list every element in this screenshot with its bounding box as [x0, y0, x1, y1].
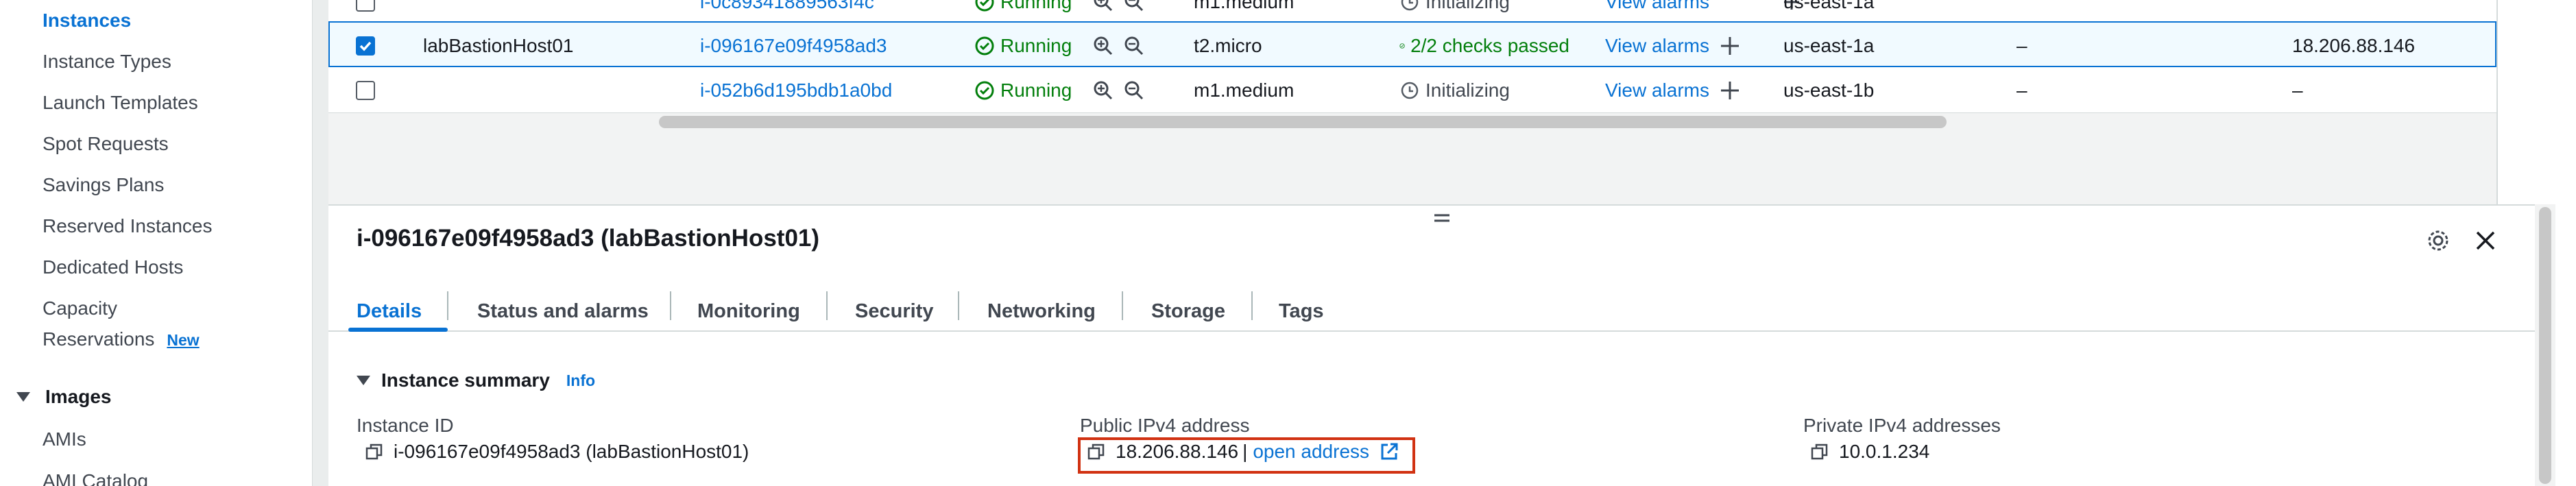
tab-divider — [670, 291, 671, 320]
sidebar-nav: Instances Instance Types Launch Template… — [0, 0, 312, 486]
sidebar-section-images[interactable]: Images — [16, 386, 112, 408]
clock-icon — [1401, 0, 1419, 10]
instance-summary-toggle[interactable]: Instance summary Info — [357, 369, 595, 391]
public-ipv4-label: Public IPv4 address — [1080, 415, 1250, 436]
state-label: Running — [1000, 0, 1072, 12]
details-title: i-096167e09f4958ad3 (labBastionHost01) — [357, 225, 820, 252]
table-row[interactable]: i-052b6d195bdb1a0bd Running m1.medium In… — [328, 67, 2496, 113]
instance-name: labBastionHost01 — [423, 34, 574, 56]
tab-security[interactable]: Security — [855, 291, 933, 331]
check-circle-icon — [975, 36, 994, 55]
zoom-in-icon[interactable] — [1093, 23, 1114, 69]
public-ipv4: – — [2292, 79, 2303, 101]
check-circle-icon — [1399, 42, 1405, 49]
tab-divider — [826, 291, 828, 320]
table-right-edge — [2496, 0, 2576, 204]
public-ipv4-value: 18.206.88.146 | open address — [1087, 441, 1399, 463]
view-alarms-link[interactable]: View alarms — [1605, 67, 1709, 113]
public-dns: – — [2017, 79, 2027, 101]
sidebar-item-ami-catalog[interactable]: AMI Catalog — [43, 470, 148, 486]
active-tab-indicator — [348, 328, 448, 332]
row-checkbox[interactable] — [356, 23, 375, 69]
new-badge: New — [167, 331, 200, 349]
clock-icon — [1401, 82, 1419, 99]
add-alarm-icon[interactable] — [1719, 67, 1741, 113]
check-circle-icon — [975, 0, 994, 11]
tab-details[interactable]: Details — [357, 291, 422, 331]
tab-monitoring[interactable]: Monitoring — [697, 291, 800, 331]
sidebar-item-savings-plans[interactable]: Savings Plans — [43, 174, 164, 196]
sidebar-item-amis[interactable]: AMIs — [43, 428, 86, 450]
tab-divider — [1122, 291, 1123, 320]
zoom-in-icon[interactable] — [1093, 67, 1114, 113]
state-label: Running — [1000, 79, 1072, 101]
sidebar-item-reservations-label: Reservations — [43, 328, 155, 350]
table-horizontal-scrollbar[interactable] — [659, 116, 1947, 128]
sidebar-item-spot-requests[interactable]: Spot Requests — [43, 133, 169, 155]
public-ipv4: 18.206.88.146 — [2292, 34, 2416, 56]
details-scroll-thumb[interactable] — [2539, 207, 2551, 484]
private-ipv4-value: 10.0.1.234 — [1810, 441, 1929, 463]
status-check: 2/2 checks passed — [1399, 23, 1569, 69]
tab-divider — [1251, 291, 1253, 320]
tab-tags[interactable]: Tags — [1279, 291, 1324, 331]
sidebar-item-dedicated-hosts[interactable]: Dedicated Hosts — [43, 256, 183, 278]
status-check: Initializing — [1399, 67, 1510, 113]
instances-table: i-0c89341889563f4c Running m1.medium Ini… — [328, 0, 2496, 204]
copy-icon[interactable] — [365, 442, 384, 461]
row-checkbox[interactable] — [356, 67, 375, 113]
tab-storage[interactable]: Storage — [1151, 291, 1225, 331]
sidebar-item-instances[interactable]: Instances — [43, 10, 131, 32]
zoom-out-icon[interactable] — [1124, 67, 1144, 113]
tab-networking[interactable]: Networking — [987, 291, 1096, 331]
caret-down-icon — [357, 376, 370, 385]
open-address-link[interactable]: open address — [1253, 441, 1369, 463]
separator: | — [1242, 441, 1248, 462]
instance-id-value: i-096167e09f4958ad3 (labBastionHost01) — [365, 441, 749, 463]
instance-id-link[interactable]: i-052b6d195bdb1a0bd — [700, 67, 892, 113]
sidebar-item-launch-templates[interactable]: Launch Templates — [43, 92, 198, 114]
checkmark-icon — [359, 41, 372, 51]
table-row-selected[interactable]: labBastionHost01 i-096167e09f4958ad3 Run… — [328, 21, 2496, 67]
sidebar-item-instance-types[interactable]: Instance Types — [43, 51, 171, 73]
sidebar-item-capacity-reservations[interactable]: Reservations New — [43, 328, 200, 350]
availability-zone: us-east-1b — [1783, 79, 1875, 101]
instance-id-link[interactable]: i-096167e09f4958ad3 — [700, 23, 887, 69]
details-tab-bar — [328, 284, 2535, 332]
public-dns: – — [2017, 34, 2027, 56]
instance-id-label: Instance ID — [357, 415, 454, 436]
sidebar-item-reserved-instances[interactable]: Reserved Instances — [43, 215, 212, 237]
settings-gear-icon[interactable] — [2426, 228, 2451, 256]
availability-zone: us-east-1a — [1783, 34, 1875, 56]
view-alarms-link[interactable]: View alarms — [1605, 23, 1709, 69]
state-label: Running — [1000, 34, 1072, 56]
resize-handle-icon[interactable] — [1433, 207, 1449, 230]
instance-type: m1.medium — [1194, 79, 1295, 101]
caret-down-icon — [16, 392, 30, 402]
tab-divider — [447, 291, 448, 320]
close-icon[interactable] — [2474, 229, 2497, 256]
sidebar-section-label: Images — [45, 386, 112, 407]
private-ipv4-label: Private IPv4 addresses — [1803, 415, 2001, 436]
info-link[interactable]: Info — [566, 372, 595, 390]
external-link-icon[interactable] — [1379, 441, 1399, 462]
tab-divider — [958, 291, 959, 320]
instance-state: Running — [974, 67, 1072, 113]
sidebar-scrollbar[interactable] — [312, 0, 328, 486]
check-circle-icon — [975, 81, 994, 99]
section-title: Instance summary — [381, 369, 550, 391]
tab-status-and-alarms[interactable]: Status and alarms — [477, 291, 649, 331]
add-alarm-icon[interactable] — [1719, 23, 1741, 69]
copy-icon[interactable] — [1087, 442, 1106, 461]
copy-icon[interactable] — [1810, 442, 1829, 461]
zoom-out-icon[interactable] — [1124, 23, 1144, 69]
sidebar-item-capacity[interactable]: Capacity — [43, 297, 117, 319]
instance-state: Running — [974, 23, 1072, 69]
instance-type: t2.micro — [1194, 34, 1262, 56]
